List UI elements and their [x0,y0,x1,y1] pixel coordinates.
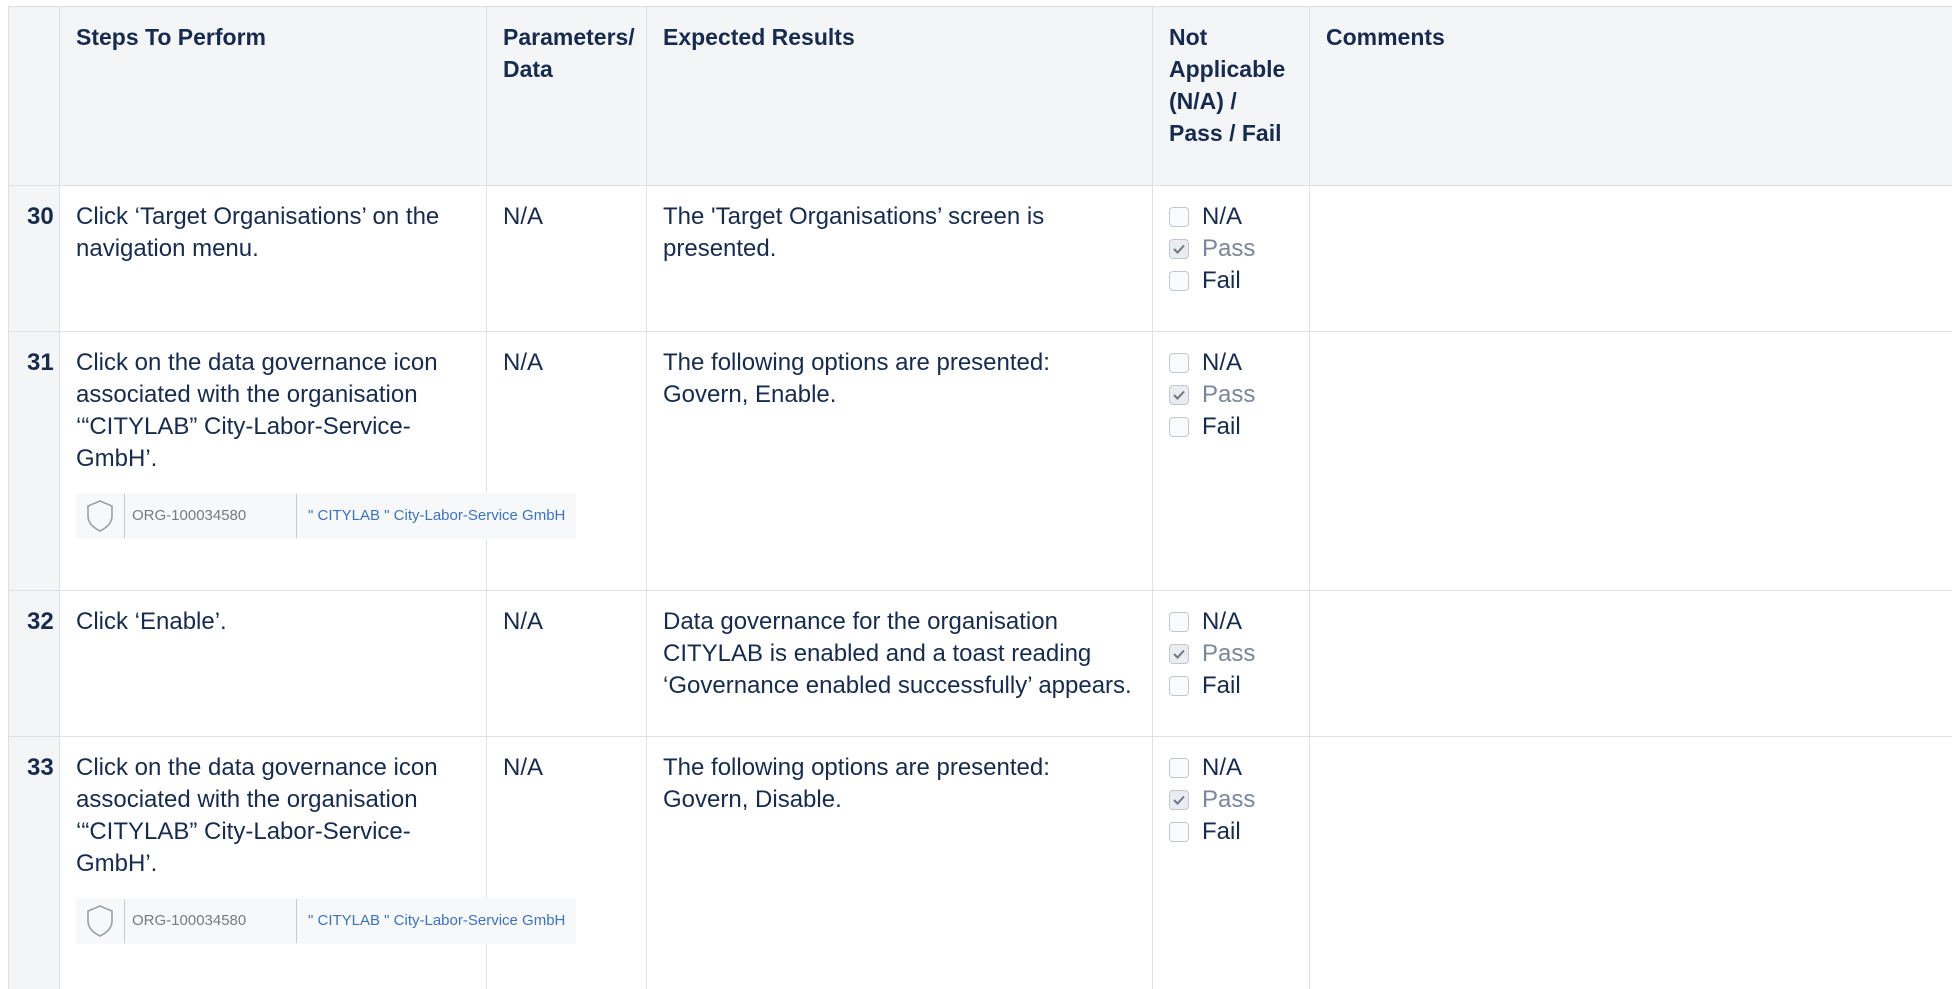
step-text: Click on the data governance icon associ… [76,754,438,877]
parameters-cell: N/A [486,185,647,332]
status-option-fail[interactable]: Fail [1169,816,1293,848]
status-option-fail[interactable]: Fail [1169,265,1293,297]
option-label: Pass [1202,786,1256,813]
header-number [8,6,60,186]
status-cell: N/A Pass Fail [1152,736,1310,989]
org-row-screenshot: ORG-100034580 " CITYLAB " City-Labor-Ser… [76,493,576,539]
option-label: Fail [1202,267,1241,294]
option-label: Pass [1202,235,1256,262]
status-option-fail[interactable]: Fail [1169,411,1293,443]
table-header-row: Steps To Perform Parameters/ Data Expect… [8,6,1952,186]
org-name-link: " CITYLAB " City-Labor-Service GmbH [308,507,566,524]
comments-cell[interactable] [1309,736,1952,989]
status-option-na[interactable]: N/A [1169,606,1293,638]
checkbox[interactable] [1169,676,1189,696]
parameters-cell: N/A [486,590,647,737]
step-number: 32 [8,590,60,737]
step-cell: Click ‘Enable’. [59,590,487,737]
status-cell: N/A Pass Fail [1152,331,1310,591]
checkmark-icon [1173,795,1185,805]
status-option-pass[interactable]: Pass [1169,638,1293,670]
checkbox[interactable] [1169,207,1189,227]
option-label: N/A [1202,349,1243,376]
checkmark-icon [1173,244,1185,254]
option-label: Fail [1202,818,1241,845]
checkbox-checked[interactable] [1169,644,1189,664]
expected-result-cell: The following options are presented: Gov… [646,736,1153,989]
expected-result-cell: The following options are presented: Gov… [646,331,1153,591]
checkmark-icon [1173,649,1185,659]
header-status: Not Applicable (N/A) / Pass / Fail [1152,6,1310,186]
status-checklist: N/A Pass Fail [1169,347,1293,443]
checkbox[interactable] [1169,353,1189,373]
step-text: Click ‘Target Organisations’ on the navi… [76,203,440,262]
checkbox-checked[interactable] [1169,790,1189,810]
option-label: Fail [1202,413,1241,440]
comments-cell[interactable] [1309,590,1952,737]
org-id: ORG-100034580 [132,507,247,524]
status-checklist: N/A Pass Fail [1169,752,1293,848]
step-cell: Click on the data governance icon associ… [59,736,576,989]
step-text: Click ‘Enable’. [76,608,227,635]
test-steps-page: Steps To Perform Parameters/ Data Expect… [0,0,1952,989]
status-option-na[interactable]: N/A [1169,347,1293,379]
checkbox[interactable] [1169,271,1189,291]
shield-icon [76,898,124,944]
status-option-pass[interactable]: Pass [1169,379,1293,411]
parameters-cell: N/A [486,331,647,591]
org-id: ORG-100034580 [132,912,247,929]
checkmark-icon [1173,390,1185,400]
step-number: 31 [8,331,60,591]
shield-icon [76,493,124,539]
option-label: N/A [1202,203,1243,230]
table-row: 31 Click on the data governance icon ass… [8,331,1952,591]
status-cell: N/A Pass Fail [1152,590,1310,737]
status-option-na[interactable]: N/A [1169,201,1293,233]
checkbox-checked[interactable] [1169,385,1189,405]
expected-result-cell: The 'Target Organisations’ screen is pre… [646,185,1153,332]
parameters-cell: N/A [486,736,647,989]
org-name-link: " CITYLAB " City-Labor-Service GmbH [308,912,566,929]
option-label: Pass [1202,381,1256,408]
step-cell: Click on the data governance icon associ… [59,331,576,591]
option-label: Fail [1202,672,1241,699]
test-steps-table: Steps To Perform Parameters/ Data Expect… [8,6,1952,989]
checkbox[interactable] [1169,612,1189,632]
status-option-pass[interactable]: Pass [1169,784,1293,816]
step-number: 30 [8,185,60,332]
step-text: Click on the data governance icon associ… [76,349,438,472]
status-checklist: N/A Pass Fail [1169,201,1293,297]
checkbox[interactable] [1169,822,1189,842]
option-label: Pass [1202,640,1256,667]
status-checklist: N/A Pass Fail [1169,606,1293,702]
table-row: 32 Click ‘Enable’. N/A Data governance f… [8,590,1952,737]
step-number: 33 [8,736,60,989]
status-cell: N/A Pass Fail [1152,185,1310,332]
header-expected-results: Expected Results [646,6,1153,186]
org-row-screenshot: ORG-100034580 " CITYLAB " City-Labor-Ser… [76,898,576,944]
option-label: N/A [1202,754,1243,781]
comments-cell[interactable] [1309,331,1952,591]
table-row: 30 Click ‘Target Organisations’ on the n… [8,185,1952,332]
status-option-na[interactable]: N/A [1169,752,1293,784]
status-option-pass[interactable]: Pass [1169,233,1293,265]
option-label: N/A [1202,608,1243,635]
header-comments: Comments [1309,6,1952,186]
checkbox-checked[interactable] [1169,239,1189,259]
header-steps: Steps To Perform [59,6,487,186]
status-option-fail[interactable]: Fail [1169,670,1293,702]
comments-cell[interactable] [1309,185,1952,332]
header-parameters: Parameters/ Data [486,6,647,186]
checkbox[interactable] [1169,758,1189,778]
table-row: 33 Click on the data governance icon ass… [8,736,1952,989]
expected-result-cell: Data governance for the organisation CIT… [646,590,1153,737]
checkbox[interactable] [1169,417,1189,437]
step-cell: Click ‘Target Organisations’ on the navi… [59,185,487,332]
